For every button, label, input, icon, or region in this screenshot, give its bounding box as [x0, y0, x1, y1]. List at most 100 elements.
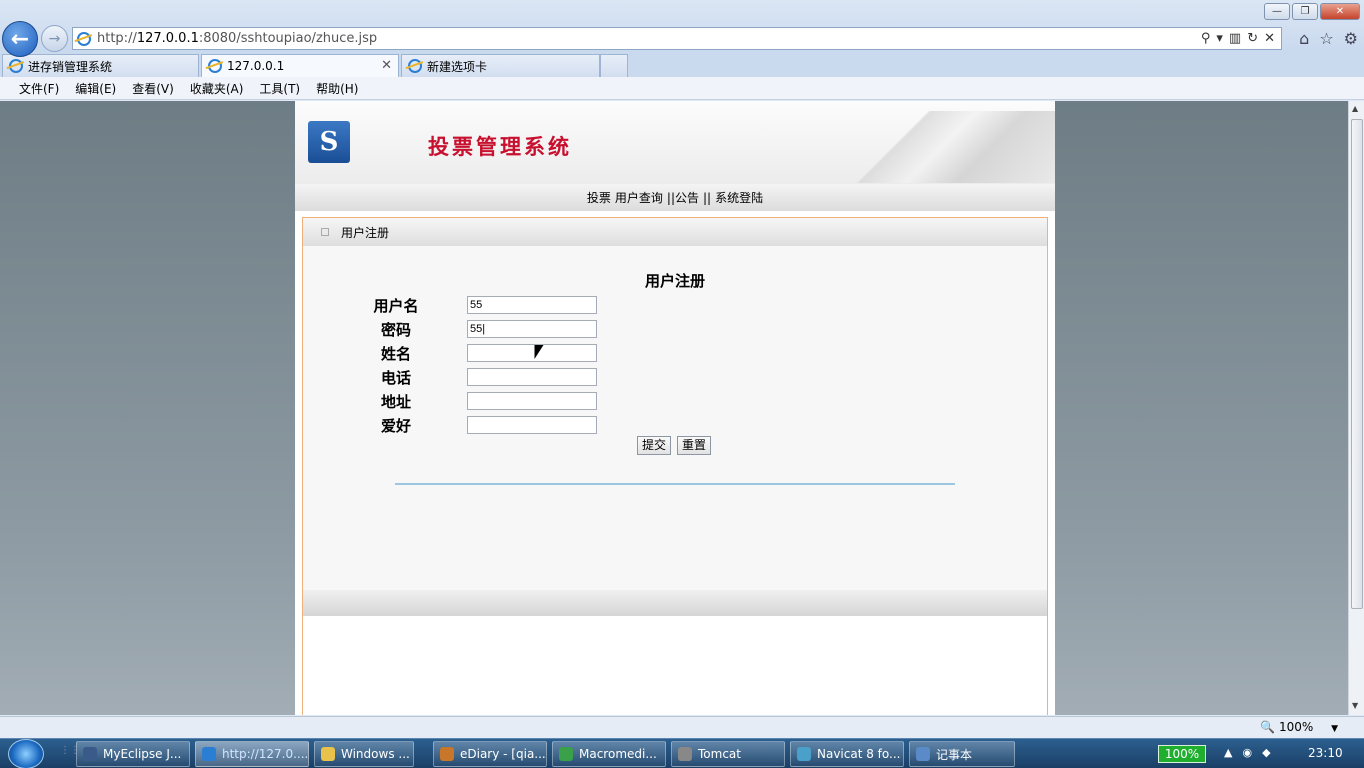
menu-bar: 文件(F) 编辑(E) 查看(V) 收藏夹(A) 工具(T) 帮助(H) [0, 77, 1364, 100]
zoom-level: 100% [1278, 720, 1314, 734]
myeclipse-icon [83, 747, 97, 761]
menu-edit[interactable]: 编辑(E) [75, 80, 116, 97]
new-tab-button[interactable] [600, 54, 628, 77]
address-input[interactable] [467, 392, 597, 410]
submit-button[interactable]: 提交 [637, 436, 672, 455]
nav-separator: || [703, 190, 712, 205]
address-tools: ⚲ ▾ ▥ ↻ ✕ [1201, 31, 1275, 46]
field-row-hobby: 爱好 [303, 416, 1047, 436]
tab-localhost[interactable]: 127.0.0.1 ✕ [201, 54, 399, 77]
task-windows-explorer[interactable]: Windows ... [314, 741, 414, 767]
site-header: S 投票管理系统 [295, 101, 1055, 184]
battery-indicator[interactable]: 100% [1158, 745, 1206, 763]
status-bar: 🔍 100% ▼ [0, 716, 1364, 738]
dreamweaver-icon [559, 747, 573, 761]
menu-tools[interactable]: 工具(T) [259, 80, 300, 97]
hobby-label: 爱好 [380, 417, 411, 435]
nav-user-query[interactable]: 用户查询 [615, 189, 663, 206]
ie-page-icon [408, 59, 422, 73]
site-logo-icon: S [308, 121, 350, 163]
tab-bar: 进存销管理系统 127.0.0.1 ✕ 新建选项卡 [0, 52, 1364, 77]
back-arrow-icon: ← [10, 26, 30, 52]
dropdown-icon[interactable]: ▾ [1216, 31, 1223, 46]
section-title: 用户注册 [341, 225, 390, 240]
ie-page-icon [9, 59, 23, 73]
ediary-icon [440, 747, 454, 761]
chevron-down-icon[interactable]: ▼ [1331, 724, 1338, 734]
scroll-thumb[interactable] [1351, 119, 1363, 609]
browser-toolbar-icons: ⌂ ☆ ⚙ [1299, 29, 1358, 48]
menu-view[interactable]: 查看(V) [132, 80, 174, 97]
search-icon[interactable]: ⚲ [1201, 31, 1211, 46]
home-icon[interactable]: ⌂ [1299, 29, 1309, 48]
navicat-icon [797, 747, 811, 761]
tab-new[interactable]: 新建选项卡 [401, 54, 600, 77]
task-notepad[interactable]: 记事本 [909, 741, 1015, 767]
form-title: 用户注册 [644, 272, 705, 290]
minimize-button[interactable]: — [1264, 3, 1290, 20]
ie-icon [202, 747, 216, 761]
favorites-star-icon[interactable]: ☆ [1319, 29, 1333, 48]
compatibility-icon[interactable]: ▥ [1229, 31, 1241, 46]
tomcat-icon [678, 747, 692, 761]
menu-help[interactable]: 帮助(H) [316, 80, 358, 97]
start-button[interactable] [8, 739, 44, 768]
close-tab-icon[interactable]: ✕ [381, 58, 392, 73]
content-panel: 用户注册 用户注册 用户名 55 密码 55| 姓名 电话 地址 爱好 提交 重… [302, 217, 1048, 715]
refresh-icon[interactable]: ↻ [1247, 31, 1258, 46]
field-row-username: 用户名 55 [303, 296, 1047, 316]
scroll-up-icon[interactable]: ▲ [1352, 104, 1358, 113]
nav-notice[interactable]: ||公告 [667, 189, 699, 206]
task-macromedia[interactable]: Macromedi... [552, 741, 666, 767]
notepad-icon [916, 747, 930, 761]
footer-band [303, 590, 1047, 616]
system-tray: ▲ ◉ ◆ [1224, 746, 1271, 759]
browser-titlebar: — ❐ ✕ ← → http://127.0.0.1:8080/sshtoupi… [0, 0, 1364, 57]
phone-input[interactable] [467, 368, 597, 386]
square-bullet-icon [321, 228, 329, 236]
field-row-name: 姓名 [303, 344, 1047, 364]
task-myeclipse[interactable]: MyEclipse J... [76, 741, 190, 767]
address-label: 地址 [380, 393, 411, 411]
volume-icon[interactable]: ◆ [1262, 746, 1270, 759]
tab-inventory[interactable]: 进存销管理系统 [2, 54, 199, 77]
section-header: 用户注册 [303, 218, 1047, 246]
name-input[interactable] [467, 344, 597, 362]
forward-arrow-icon: → [48, 30, 61, 47]
divider [395, 483, 955, 485]
stop-icon[interactable]: ✕ [1264, 31, 1275, 46]
tray-expand-icon[interactable]: ▲ [1224, 746, 1232, 759]
site-title: 投票管理系统 [428, 134, 572, 159]
zoom-icon: 🔍 [1260, 720, 1276, 734]
close-window-button[interactable]: ✕ [1320, 3, 1360, 20]
site-nav: 投票 用户查询 ||公告 || 系统登陆 [295, 184, 1055, 211]
forward-button[interactable]: → [41, 25, 68, 52]
username-input[interactable]: 55 [467, 296, 597, 314]
vertical-scrollbar[interactable]: ▲ ▼ [1348, 101, 1364, 715]
address-url[interactable]: http://127.0.0.1:8080/sshtoupiao/zhuce.j… [97, 31, 377, 46]
field-row-address: 地址 [303, 392, 1047, 412]
scroll-down-icon[interactable]: ▼ [1352, 701, 1358, 710]
gear-icon[interactable]: ⚙ [1344, 29, 1358, 48]
task-navicat[interactable]: Navicat 8 fo... [790, 741, 904, 767]
back-button[interactable]: ← [2, 21, 38, 57]
username-label: 用户名 [373, 297, 419, 315]
zoom-control[interactable]: 🔍 100% ▼ [1260, 720, 1338, 734]
hobby-input[interactable] [467, 416, 597, 434]
restore-button[interactable]: ❐ [1292, 3, 1318, 20]
nav-vote[interactable]: 投票 [587, 189, 611, 206]
task-ediary[interactable]: eDiary - [qia... [433, 741, 547, 767]
menu-favorites[interactable]: 收藏夹(A) [190, 80, 244, 97]
address-bar[interactable]: http://127.0.0.1:8080/sshtoupiao/zhuce.j… [72, 27, 1282, 50]
network-icon[interactable]: ◉ [1242, 746, 1252, 759]
taskbar-clock[interactable]: 23:10 [1308, 746, 1343, 760]
windows-taskbar: ⋮⋮ MyEclipse J... http://127.0.... Windo… [0, 738, 1364, 768]
task-tomcat[interactable]: Tomcat [671, 741, 785, 767]
reset-button[interactable]: 重置 [677, 436, 712, 455]
menu-file[interactable]: 文件(F) [19, 80, 59, 97]
window-controls: — ❐ ✕ [1264, 3, 1360, 20]
nav-login[interactable]: 系统登陆 [715, 189, 763, 206]
ie-page-icon [208, 59, 222, 73]
task-browser[interactable]: http://127.0.... [195, 741, 309, 767]
password-input[interactable]: 55| [467, 320, 597, 338]
